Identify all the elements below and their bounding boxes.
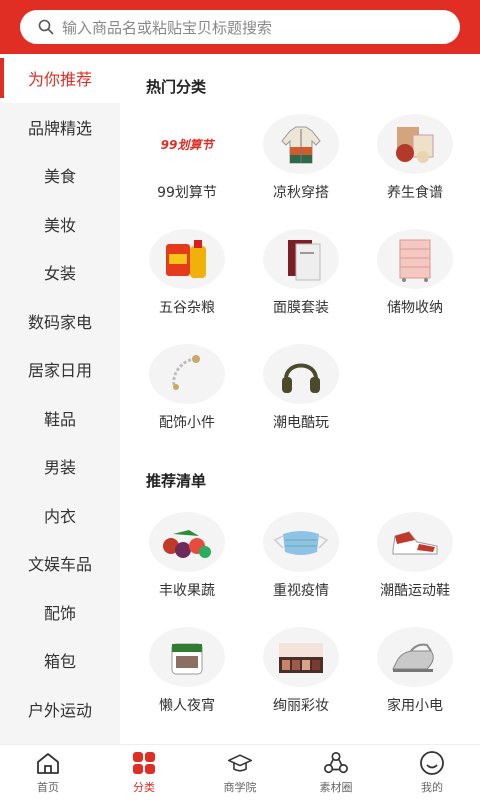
sidebar-item-beauty[interactable]: 美妆	[0, 200, 120, 249]
sidebar-item-label: 箱包	[43, 652, 76, 672]
graduation-cap-icon	[227, 750, 253, 776]
category-card[interactable]: 潮电酷玩	[244, 334, 358, 444]
sidebar-item-men[interactable]: 男装	[0, 442, 120, 491]
nodes-icon	[323, 750, 349, 776]
bracelet-icon	[149, 344, 225, 404]
sidebar-item-brand[interactable]: 品牌精选	[0, 103, 120, 152]
tea-box-icon	[377, 114, 453, 174]
recommend-label: 潮酷运动鞋	[380, 583, 450, 599]
99-logo-icon: 99划算节	[149, 114, 225, 174]
sidebar-item-shoes[interactable]: 鞋品	[0, 394, 120, 443]
section-title-hot: 热门分类	[146, 78, 207, 96]
sidebar-item-label: 配饰	[43, 603, 76, 623]
sidebar-item-label: 品牌精选	[27, 118, 92, 138]
sidebar-item-label: 男装	[43, 458, 76, 478]
section-title-recommend: 推荐清单	[146, 472, 207, 490]
sneaker-icon	[377, 512, 453, 572]
category-label: 配饰小件	[159, 415, 215, 431]
category-content: 热门分类 99划算节 99划算节 凉秋穿搭 养生食谱 五谷杂粮 面膜套装 储物收…	[120, 54, 480, 744]
tab-label: 首页	[37, 781, 59, 794]
tab-label: 商学院	[223, 781, 257, 794]
tab-home[interactable]: 首页	[0, 745, 96, 800]
sidebar-item-accessories[interactable]: 配饰	[0, 588, 120, 637]
recommend-label: 丰收果蔬	[159, 583, 215, 599]
drawer-icon	[377, 229, 453, 289]
sidebar-item-label: 居家日用	[27, 361, 92, 381]
category-icon	[131, 750, 157, 776]
recommend-label: 家用小电	[387, 698, 443, 714]
recommend-label: 懒人夜宵	[159, 698, 215, 714]
category-label: 99划算节	[157, 185, 217, 201]
headphones-icon	[263, 344, 339, 404]
recommend-card[interactable]: 懒人夜宵	[130, 617, 244, 727]
tab-label: 素材圈	[319, 781, 353, 794]
tab-academy[interactable]: 商学院	[192, 745, 288, 800]
sidebar-item-label: 美食	[43, 167, 76, 187]
mask-icon	[263, 512, 339, 572]
facemask-icon	[263, 229, 339, 289]
recommend-label: 重视疫情	[273, 583, 329, 599]
recommend-card[interactable]: 潮酷运动鞋	[358, 502, 472, 612]
search-placeholder: 输入商品名或粘贴宝贝标题搜索	[62, 18, 273, 37]
search-icon	[38, 19, 54, 35]
sidebar-item-label: 数码家电	[27, 312, 92, 332]
tab-profile[interactable]: 我的	[384, 745, 480, 800]
sidebar-item-label: 文娱车品	[27, 555, 92, 575]
category-label: 五谷杂粮	[159, 300, 215, 316]
fruits-icon	[149, 512, 225, 572]
tab-category[interactable]: 分类	[96, 745, 192, 800]
sidebar-item-label: 内衣	[43, 506, 76, 526]
tab-label: 我的	[421, 781, 443, 794]
profile-icon	[419, 750, 445, 776]
sidebar-item-outdoor[interactable]: 户外运动	[0, 685, 120, 734]
category-label: 凉秋穿搭	[273, 185, 329, 201]
bottom-tabbar: 首页 分类 商学院 素材圈 我的	[0, 744, 480, 800]
tab-label: 分类	[133, 781, 155, 794]
sidebar-item-digital[interactable]: 数码家电	[0, 297, 120, 346]
category-card[interactable]: 99划算节 99划算节	[130, 104, 244, 214]
sidebar-item-recommend[interactable]: 为你推荐	[0, 54, 120, 103]
category-sidebar: 为你推荐 品牌精选 美食 美妆 女装 数码家电 居家日用 鞋品 男装 内衣 文娱…	[0, 54, 120, 744]
sidebar-item-label: 户外运动	[27, 700, 92, 720]
snack-icon	[149, 627, 225, 687]
category-label: 养生食谱	[387, 185, 443, 201]
sidebar-item-bags[interactable]: 箱包	[0, 636, 120, 685]
palette-icon	[263, 627, 339, 687]
category-card[interactable]: 配饰小件	[130, 334, 244, 444]
category-label: 潮电酷玩	[273, 415, 329, 431]
sidebar-item-label: 鞋品	[43, 409, 76, 429]
sidebar-item-underwear[interactable]: 内衣	[0, 491, 120, 540]
iron-icon	[377, 627, 453, 687]
recommend-label: 绚丽彩妆	[273, 698, 329, 714]
category-card[interactable]: 凉秋穿搭	[244, 104, 358, 214]
category-card[interactable]: 五谷杂粮	[130, 219, 244, 329]
header: 输入商品名或粘贴宝贝标题搜索	[0, 0, 480, 54]
category-label: 储物收纳	[387, 300, 443, 316]
sidebar-item-label: 为你推荐	[27, 70, 92, 90]
recommend-card[interactable]: 重视疫情	[244, 502, 358, 612]
category-card[interactable]: 养生食谱	[358, 104, 472, 214]
home-icon	[35, 750, 61, 776]
category-card[interactable]: 储物收纳	[358, 219, 472, 329]
sidebar-item-label: 女装	[43, 264, 76, 284]
sidebar-item-food[interactable]: 美食	[0, 151, 120, 200]
sidebar-item-label: 美妆	[43, 215, 76, 235]
category-card[interactable]: 面膜套装	[244, 219, 358, 329]
rice-oil-icon	[149, 229, 225, 289]
recommend-card[interactable]: 丰收果蔬	[130, 502, 244, 612]
jacket-icon	[263, 114, 339, 174]
sidebar-item-entertainment-car[interactable]: 文娱车品	[0, 539, 120, 588]
tab-materials[interactable]: 素材圈	[288, 745, 384, 800]
sidebar-item-women[interactable]: 女装	[0, 248, 120, 297]
recommend-card[interactable]: 家用小电	[358, 617, 472, 727]
search-input[interactable]: 输入商品名或粘贴宝贝标题搜索	[20, 10, 460, 44]
category-label: 面膜套装	[273, 300, 329, 316]
recommend-card[interactable]: 绚丽彩妆	[244, 617, 358, 727]
sidebar-item-home[interactable]: 居家日用	[0, 345, 120, 394]
